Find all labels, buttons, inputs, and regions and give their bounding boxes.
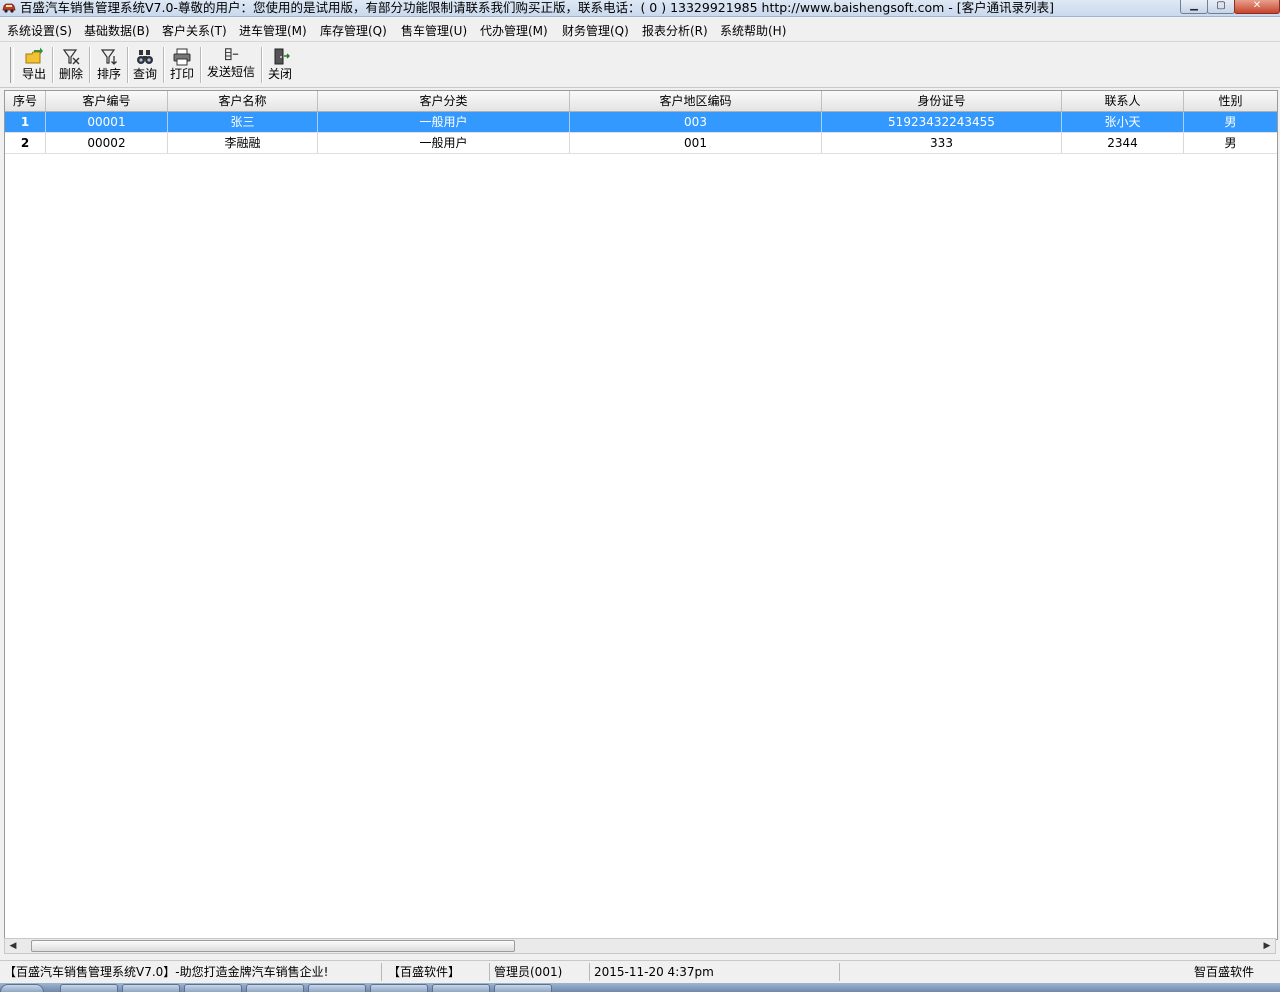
cell-region-code: 003	[570, 112, 822, 132]
window-title: 百盛汽车销售管理系统V7.0-尊敬的用户：您使用的是试用版，有部分功能限制请联系…	[20, 0, 1054, 15]
os-taskbar	[0, 983, 1280, 992]
cell-gender: 男	[1224, 115, 1237, 129]
taskbar-app-button[interactable]	[122, 984, 180, 992]
column-header-id-number[interactable]: 身份证号	[822, 91, 1062, 111]
printer-icon	[173, 48, 191, 66]
print-label: 打印	[169, 67, 194, 81]
taskbar-app-button[interactable]	[308, 984, 366, 992]
close-button[interactable]: 关闭	[266, 47, 294, 85]
sort-label: 排序	[96, 67, 121, 81]
scroll-left-arrow-icon[interactable]: ◀	[5, 939, 21, 953]
grid-header-row: 序号 客户编号 客户名称 客户分类 客户地区编码 身份证号 联系人 性别	[5, 91, 1277, 112]
table-row[interactable]: 2 00002 李融融 一般用户 001 333 2344 男	[5, 133, 1277, 154]
print-button[interactable]: 打印	[168, 47, 196, 85]
menu-customer-relations[interactable]: 客户关系(T)	[162, 24, 227, 39]
column-header-index[interactable]: 序号	[5, 91, 46, 111]
delete-filter-icon	[62, 49, 80, 65]
sort-filter-icon	[100, 49, 117, 65]
menu-sales-management[interactable]: 售车管理(U)	[401, 24, 467, 39]
menu-purchase-management[interactable]: 进车管理(M)	[239, 24, 307, 39]
cell-customer-code: 00002	[46, 133, 168, 153]
status-user: 管理员(001)	[490, 963, 590, 981]
toolbar: 导出 删除 排序 查询 打印 发送短信 关闭	[0, 43, 1280, 88]
cell-customer-category: 一般用户	[318, 133, 570, 153]
close-window-button[interactable]: ✕	[1234, 0, 1280, 14]
column-header-contact-person[interactable]: 联系人	[1062, 91, 1184, 111]
toolbar-grip[interactable]	[10, 47, 14, 83]
scrollbar-thumb[interactable]	[31, 940, 515, 952]
menu-system-settings[interactable]: 系统设置(S)	[7, 24, 72, 39]
toolbar-separator	[52, 47, 54, 83]
maximize-button[interactable]: ▢	[1207, 0, 1235, 14]
column-header-gender[interactable]: 性别	[1184, 91, 1277, 111]
cell-id-number: 51923432243455	[822, 112, 1062, 132]
car-app-icon	[2, 3, 16, 13]
cell-customer-name: 李融融	[168, 133, 318, 153]
title-bar: 百盛汽车销售管理系统V7.0-尊敬的用户：您使用的是试用版，有部分功能限制请联系…	[0, 0, 1280, 17]
taskbar-app-button[interactable]	[370, 984, 428, 992]
cell-contact-person: 2344	[1062, 133, 1184, 153]
cell-customer-category: 一般用户	[318, 112, 570, 132]
send-sms-label: 发送短信	[206, 65, 255, 79]
toolbar-separator	[127, 47, 129, 83]
start-orb-icon[interactable]	[0, 984, 44, 992]
taskbar-app-button[interactable]	[494, 984, 552, 992]
export-button[interactable]: 导出	[20, 47, 48, 85]
cell-customer-code: 00001	[46, 112, 168, 132]
menu-agency-management[interactable]: 代办管理(M)	[480, 24, 548, 39]
scroll-right-arrow-icon[interactable]: ▶	[1259, 939, 1275, 953]
customer-contacts-grid: 序号 客户编号 客户名称 客户分类 客户地区编码 身份证号 联系人 性别 1 0…	[4, 90, 1278, 940]
status-bar: 【百盛汽车销售管理系统V7.0】-助您打造金牌汽车销售企业! 【百盛软件】 管理…	[0, 960, 1280, 983]
export-label: 导出	[21, 67, 46, 81]
status-brand: 智百盛软件	[1194, 965, 1255, 979]
export-folder-icon	[25, 47, 43, 64]
binoculars-icon	[137, 50, 153, 64]
cell-id-number: 333	[822, 133, 1062, 153]
table-row[interactable]: 1 00001 张三 一般用户 003 51923432243455 张小天 男	[5, 112, 1277, 133]
cell-contact-person: 张小天	[1062, 112, 1184, 132]
menu-report-analysis[interactable]: 报表分析(R)	[642, 24, 708, 39]
cell-customer-name: 张三	[168, 112, 318, 132]
query-label: 查询	[132, 67, 157, 81]
toolbar-separator	[261, 47, 263, 83]
exit-door-icon	[274, 48, 290, 65]
menu-basic-data[interactable]: 基础数据(B)	[84, 24, 150, 39]
close-label: 关闭	[267, 67, 292, 81]
menu-bar: 系统设置(S) 基础数据(B) 客户关系(T) 进车管理(M) 库存管理(Q) …	[0, 22, 1280, 42]
toolbar-separator	[89, 47, 91, 83]
status-app-slogan: 【百盛汽车销售管理系统V7.0】-助您打造金牌汽车销售企业!	[0, 963, 382, 981]
query-button[interactable]: 查询	[131, 47, 159, 85]
toolbar-separator	[163, 47, 165, 83]
send-sms-button[interactable]: 发送短信	[205, 47, 257, 85]
horizontal-scrollbar[interactable]: ◀ ▶	[4, 938, 1276, 954]
menu-inventory-management[interactable]: 库存管理(Q)	[320, 24, 387, 39]
minimize-button[interactable]: ▁	[1180, 0, 1208, 14]
status-company: 【百盛软件】	[384, 963, 490, 981]
column-header-customer-name[interactable]: 客户名称	[168, 91, 318, 111]
cell-gender: 男	[1224, 136, 1237, 150]
delete-label: 删除	[58, 67, 83, 81]
taskbar-app-button[interactable]	[432, 984, 490, 992]
taskbar-app-button[interactable]	[184, 984, 242, 992]
sort-button[interactable]: 排序	[95, 47, 123, 85]
status-datetime: 2015-11-20 4:37pm	[590, 963, 840, 981]
cell-index: 1	[5, 112, 46, 132]
cell-index: 2	[5, 133, 46, 153]
menu-finance-management[interactable]: 财务管理(Q)	[562, 24, 629, 39]
sms-message-icon	[225, 48, 239, 61]
column-header-customer-code[interactable]: 客户编号	[46, 91, 168, 111]
taskbar-app-button[interactable]	[60, 984, 118, 992]
cell-region-code: 001	[570, 133, 822, 153]
menu-system-help[interactable]: 系统帮助(H)	[720, 24, 786, 39]
column-header-region-code[interactable]: 客户地区编码	[570, 91, 822, 111]
column-header-customer-category[interactable]: 客户分类	[318, 91, 570, 111]
toolbar-separator	[200, 47, 202, 83]
taskbar-app-button[interactable]	[246, 984, 304, 992]
delete-button[interactable]: 删除	[57, 47, 85, 85]
